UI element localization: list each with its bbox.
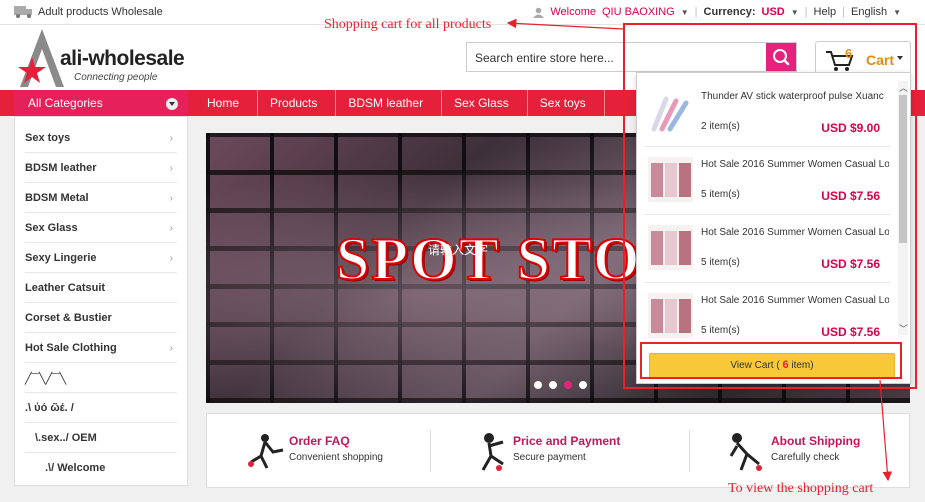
nav-sex-glass[interactable]: Sex Glass bbox=[442, 90, 528, 116]
info-price-payment[interactable]: Price and Payment Secure payment bbox=[475, 414, 665, 489]
banner-dot[interactable] bbox=[564, 381, 572, 389]
banner-pagination bbox=[534, 381, 587, 389]
nav-products[interactable]: Products bbox=[258, 90, 337, 116]
chevron-down-icon[interactable]: ▼ bbox=[893, 8, 901, 17]
banner-overlay-text: 请输入文字 bbox=[428, 243, 489, 257]
info-title: Order FAQ bbox=[289, 434, 350, 448]
search-input[interactable]: Search entire store here... bbox=[475, 51, 614, 65]
nav-bdsm-leather[interactable]: BDSM leather bbox=[336, 90, 443, 116]
sidebar-item-bdsm-metal[interactable]: BDSM Metal › bbox=[25, 183, 177, 213]
info-strip: Order FAQ Convenient shopping Price and … bbox=[206, 413, 910, 488]
sidebar-item-sexy-lingerie[interactable]: Sexy Lingerie › bbox=[25, 243, 177, 273]
logo[interactable]: ali-wholesale Connecting people bbox=[12, 27, 192, 89]
wholesale-label: Adult products Wholesale bbox=[38, 6, 163, 18]
info-sub: Convenient shopping bbox=[289, 452, 383, 463]
chevron-right-icon: › bbox=[169, 133, 173, 144]
category-sidebar: Sex toys › BDSM leather › BDSM Metal › Sex … bbox=[14, 116, 188, 486]
sidebar-item-oem[interactable]: \.sex../ OEM bbox=[25, 423, 177, 453]
figure-icon bbox=[481, 433, 504, 471]
nav-sex-toys[interactable]: Sex toys bbox=[528, 90, 605, 116]
currency-label: Currency: bbox=[703, 6, 756, 18]
annotation-cart-note: Shopping cart for all products bbox=[324, 17, 492, 32]
info-title: About Shipping bbox=[771, 434, 861, 448]
annotation-view-note: To view the shopping cart bbox=[728, 481, 874, 496]
chevron-right-icon: › bbox=[169, 193, 173, 204]
sidebar-item-bdsm-leather[interactable]: BDSM leather › bbox=[25, 153, 177, 183]
language-select[interactable]: English bbox=[851, 6, 887, 18]
sidebar-item-sex-glass[interactable]: Sex Glass › bbox=[25, 213, 177, 243]
chevron-right-icon: › bbox=[169, 223, 173, 234]
figure-icon bbox=[248, 434, 284, 469]
chevron-down-icon bbox=[166, 98, 178, 110]
info-about-shipping[interactable]: About Shipping Carefully check bbox=[727, 414, 907, 489]
help-link[interactable]: Help bbox=[814, 6, 837, 18]
info-title: Price and Payment bbox=[513, 434, 621, 448]
sidebar-item-corset-bustier[interactable]: Corset & Bustier bbox=[25, 303, 177, 333]
banner-headline: SPOT STO bbox=[335, 225, 642, 293]
banner-dot[interactable] bbox=[549, 381, 557, 389]
chevron-down-icon[interactable]: ▼ bbox=[681, 8, 689, 17]
banner-dot[interactable] bbox=[579, 381, 587, 389]
info-sub: Carefully check bbox=[771, 452, 840, 463]
view-cart-highlight-box bbox=[640, 342, 902, 379]
info-order-faq[interactable]: Order FAQ Convenient shopping bbox=[243, 414, 433, 489]
brand-tagline: Connecting people bbox=[74, 72, 158, 83]
sidebar-item-decor-1[interactable]: ╱‾‾╲╱‾‾╲ bbox=[25, 363, 177, 393]
chevron-down-icon[interactable]: ▼ bbox=[791, 8, 799, 17]
all-categories-button[interactable]: All Categories bbox=[14, 90, 188, 116]
chevron-right-icon: › bbox=[169, 163, 173, 174]
welcome-text: Welcome bbox=[550, 6, 596, 18]
chevron-right-icon: › bbox=[169, 253, 173, 264]
user-icon bbox=[533, 7, 545, 18]
sidebar-item-sex-toys[interactable]: Sex toys › bbox=[25, 123, 177, 153]
sidebar-item-welcome[interactable]: .\/ Welcome bbox=[25, 453, 177, 483]
cart-highlight-box bbox=[623, 23, 917, 389]
currency-select[interactable]: USD bbox=[762, 6, 785, 18]
sidebar-item-hot-sale-clothing[interactable]: Hot Sale Clothing › bbox=[25, 333, 177, 363]
figure-icon bbox=[729, 433, 762, 471]
truck-icon bbox=[14, 6, 32, 18]
nav-home[interactable]: Home bbox=[195, 90, 259, 116]
chevron-right-icon: › bbox=[169, 343, 173, 354]
brand-name: ali-wholesale bbox=[60, 47, 185, 70]
sidebar-item-leather-catsuit[interactable]: Leather Catsuit bbox=[25, 273, 177, 303]
info-sub: Secure payment bbox=[513, 452, 586, 463]
all-categories-label: All Categories bbox=[28, 96, 103, 110]
user-menu[interactable]: QIU BAOXING bbox=[602, 6, 675, 18]
sidebar-item-decor-2[interactable]: .\ ὐό ῶέ. / bbox=[25, 393, 177, 423]
banner-dot[interactable] bbox=[534, 381, 542, 389]
